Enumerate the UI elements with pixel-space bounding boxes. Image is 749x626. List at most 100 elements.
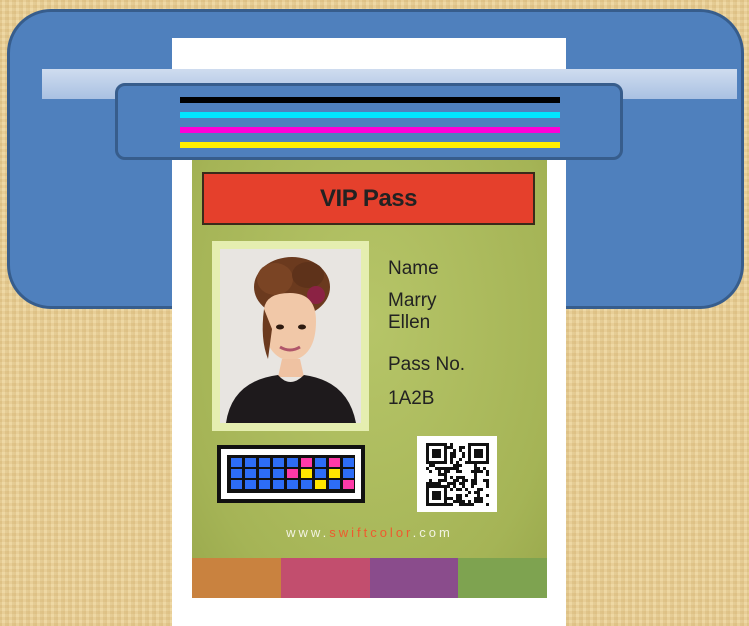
qr-module: [465, 494, 468, 497]
qr-module: [480, 497, 483, 500]
qr-module: [483, 443, 486, 446]
qr-module: [450, 461, 453, 464]
qr-module: [465, 503, 468, 506]
qr-module: [456, 461, 459, 464]
qr-module: [456, 500, 459, 503]
qr-module: [462, 500, 465, 503]
id-card: VIP Pass Name Marry Ellen Pass No. 1A2B: [192, 140, 547, 598]
qr-module: [438, 452, 441, 455]
qr-module: [456, 476, 459, 479]
qr-module: [444, 449, 447, 452]
qr-module: [456, 488, 459, 491]
qr-module: [483, 479, 486, 482]
qr-module: [459, 449, 462, 452]
qr-module: [459, 494, 462, 497]
qr-module: [432, 461, 435, 464]
qr-module: [453, 482, 456, 485]
qr-module: [468, 449, 471, 452]
qr-module: [429, 485, 432, 488]
qr-module: [438, 494, 441, 497]
qr-module: [444, 461, 447, 464]
qr-module: [426, 467, 429, 470]
color-test-cell: [329, 469, 340, 478]
qr-module: [468, 455, 471, 458]
qr-module: [456, 464, 459, 467]
qr-module: [438, 497, 441, 500]
qr-module: [486, 455, 489, 458]
qr-module: [477, 500, 480, 503]
qr-module: [474, 464, 477, 467]
qr-module: [471, 461, 474, 464]
qr-module: [435, 491, 438, 494]
qr-module: [426, 491, 429, 494]
qr-module: [432, 497, 435, 500]
qr-module: [474, 470, 477, 473]
qr-module: [438, 443, 441, 446]
color-test-cell: [231, 480, 242, 489]
qr-module: [435, 461, 438, 464]
qr-module: [444, 479, 447, 482]
qr-module: [447, 485, 450, 488]
qr-module: [444, 494, 447, 497]
qr-module: [459, 482, 462, 485]
card-title: VIP Pass: [202, 172, 535, 225]
qr-module: [453, 485, 456, 488]
qr-module: [450, 476, 453, 479]
ink-line-black: [180, 97, 560, 103]
qr-module: [429, 479, 432, 482]
qr-module: [468, 458, 471, 461]
qr-module: [462, 455, 465, 458]
qr-module: [450, 446, 453, 449]
qr-module: [426, 488, 429, 491]
qr-module: [474, 500, 477, 503]
qr-module: [486, 482, 489, 485]
qr-module: [474, 497, 477, 500]
color-test-cell: [343, 469, 354, 478]
color-test-cell: [287, 480, 298, 489]
qr-module: [477, 494, 480, 497]
qr-module: [444, 470, 447, 473]
qr-module: [450, 458, 453, 461]
qr-code-icon: [417, 436, 497, 512]
qr-module: [474, 443, 477, 446]
qr-module: [462, 476, 465, 479]
qr-module: [474, 461, 477, 464]
qr-module: [486, 479, 489, 482]
qr-module: [438, 470, 441, 473]
qr-module: [474, 452, 477, 455]
qr-module: [435, 497, 438, 500]
qr-module: [444, 467, 447, 470]
color-test-cell: [245, 469, 256, 478]
qr-module: [429, 464, 432, 467]
qr-module: [450, 455, 453, 458]
qr-module: [459, 458, 462, 461]
website-url: www.swiftcolor.com: [192, 525, 547, 540]
qr-module: [468, 446, 471, 449]
qr-module: [480, 449, 483, 452]
color-test-cell: [315, 458, 326, 467]
qr-module: [456, 467, 459, 470]
color-test-cell: [245, 480, 256, 489]
qr-module: [471, 482, 474, 485]
qr-module: [435, 482, 438, 485]
qr-module: [441, 503, 444, 506]
color-test-cell: [287, 458, 298, 467]
qr-module: [486, 443, 489, 446]
qr-module: [444, 503, 447, 506]
qr-module: [468, 461, 471, 464]
portrait-photo: [220, 249, 361, 423]
qr-module: [468, 503, 471, 506]
qr-module: [426, 500, 429, 503]
qr-module: [462, 452, 465, 455]
qr-module: [477, 443, 480, 446]
color-swatch-row: [192, 558, 547, 598]
qr-module: [429, 482, 432, 485]
qr-module: [480, 488, 483, 491]
pass-number-label: Pass No.: [388, 354, 466, 375]
qr-module: [450, 482, 453, 485]
qr-module: [462, 482, 465, 485]
color-test-cell: [329, 480, 340, 489]
ink-line-magenta: [180, 127, 560, 133]
qr-module: [450, 497, 453, 500]
qr-module: [453, 467, 456, 470]
